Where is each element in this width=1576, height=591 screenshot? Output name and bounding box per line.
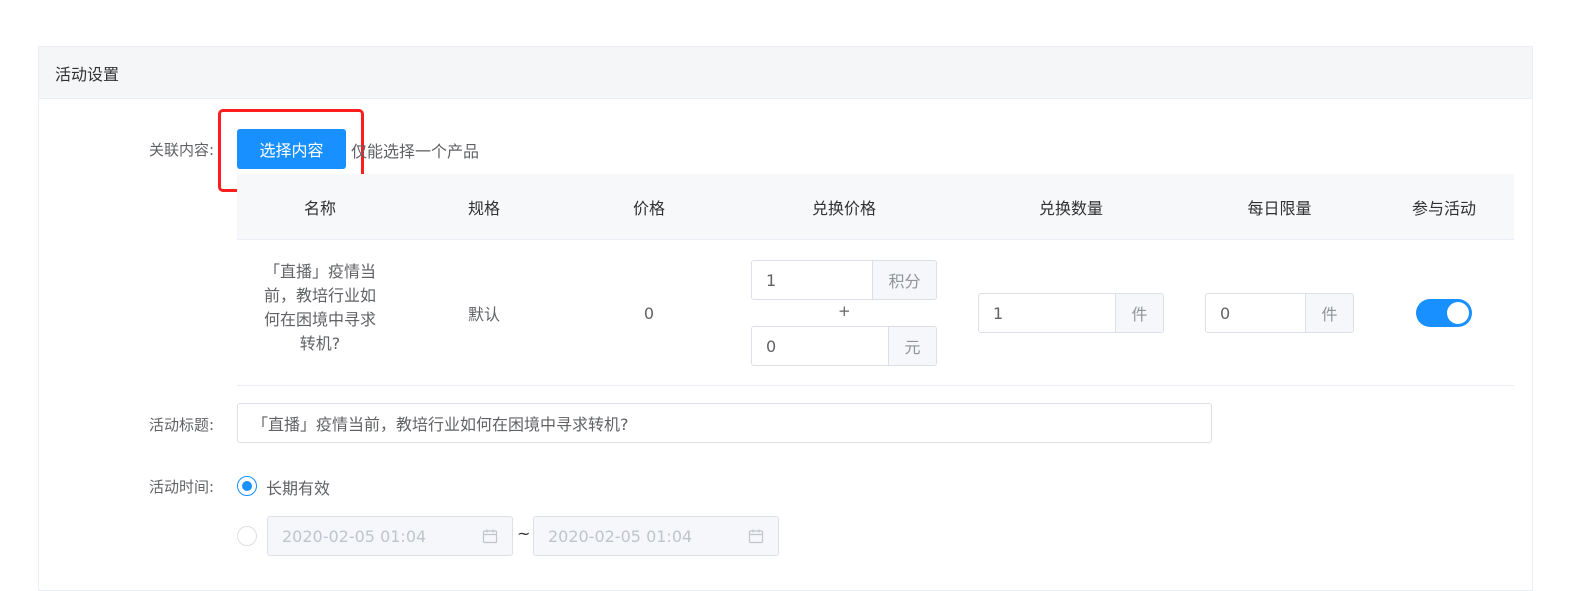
related-content-label: 关联内容: [149, 141, 215, 159]
exchange-cash-input[interactable] [752, 327, 888, 365]
calendar-icon [748, 529, 764, 544]
product-price: 0 [643, 303, 655, 323]
col-spec: 规格 [467, 199, 500, 218]
start-date-value: 2020-02-05 01:04 [282, 526, 427, 546]
activity-title-label: 活动标题: [149, 416, 215, 434]
product-table-header: 名称 规格 价格 兑换价格 兑换数量 每日限量 参与活动 [237, 174, 1514, 240]
daily-limit-input[interactable] [1206, 294, 1305, 332]
card-title: 活动设置 [55, 64, 120, 84]
plus-sign: + [838, 302, 851, 320]
long-term-label: 长期有效 [266, 479, 331, 498]
cash-unit: 元 [888, 327, 936, 365]
participate-switch[interactable] [1416, 299, 1472, 327]
calendar-icon [482, 529, 498, 544]
date-range-separator: ~ [517, 524, 531, 543]
limit-unit: 件 [1305, 294, 1353, 332]
end-date-input[interactable]: 2020-02-05 01:04 [533, 516, 779, 556]
product-name-line: 「直播」疫情当 [263, 262, 376, 281]
product-name: 「直播」疫情当 前，教培行业如 何在困境中寻求 转机? [250, 260, 390, 356]
custom-time-radio[interactable] [237, 526, 257, 546]
col-price: 价格 [632, 199, 665, 218]
exchange-cash-group: 元 [751, 326, 937, 366]
end-date-value: 2020-02-05 01:04 [548, 526, 693, 546]
product-name-line: 转机? [299, 334, 341, 353]
exchange-qty-input[interactable] [979, 294, 1115, 332]
col-exchange-qty: 兑换数量 [1038, 199, 1103, 218]
start-date-input[interactable]: 2020-02-05 01:04 [267, 516, 513, 556]
daily-limit-group: 件 [1205, 293, 1354, 333]
exchange-points-group: 积分 [751, 260, 937, 300]
activity-title-input[interactable] [237, 403, 1212, 443]
switch-knob [1447, 302, 1469, 324]
points-unit: 积分 [872, 261, 936, 299]
col-participate: 参与活动 [1411, 199, 1476, 218]
col-exchange-price: 兑换价格 [811, 199, 876, 218]
product-spec: 默认 [467, 305, 500, 324]
qty-unit: 件 [1115, 294, 1163, 332]
card-header: 活动设置 [39, 47, 1532, 99]
exchange-qty-group: 件 [978, 293, 1164, 333]
col-name: 名称 [303, 199, 336, 218]
long-term-radio[interactable] [237, 476, 257, 496]
activity-time-label: 活动时间: [149, 478, 215, 496]
exchange-points-input[interactable] [752, 261, 872, 299]
row-divider [237, 385, 1514, 386]
select-content-button[interactable]: 选择内容 [237, 129, 346, 169]
product-name-line: 前，教培行业如 [263, 286, 376, 305]
col-daily-limit: 每日限量 [1247, 199, 1312, 218]
product-name-line: 何在困境中寻求 [263, 310, 376, 329]
select-hint: 仅能选择一个产品 [351, 142, 480, 161]
